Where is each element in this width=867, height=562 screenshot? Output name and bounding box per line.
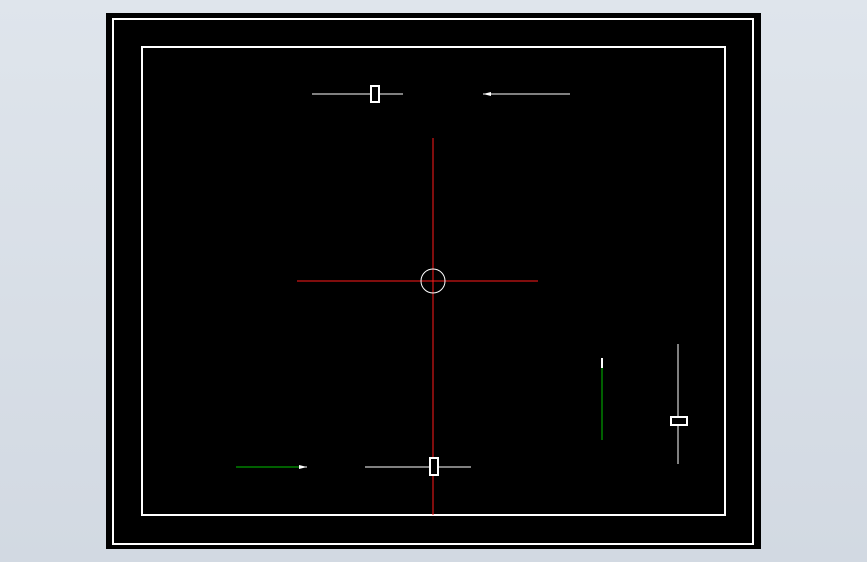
right-vertical-handle[interactable] — [670, 416, 688, 426]
cad-viewport[interactable] — [0, 0, 867, 562]
cad-drawing[interactable] — [0, 0, 867, 562]
top-left-handle[interactable] — [370, 85, 380, 103]
bottom-center-handle[interactable] — [429, 457, 439, 476]
